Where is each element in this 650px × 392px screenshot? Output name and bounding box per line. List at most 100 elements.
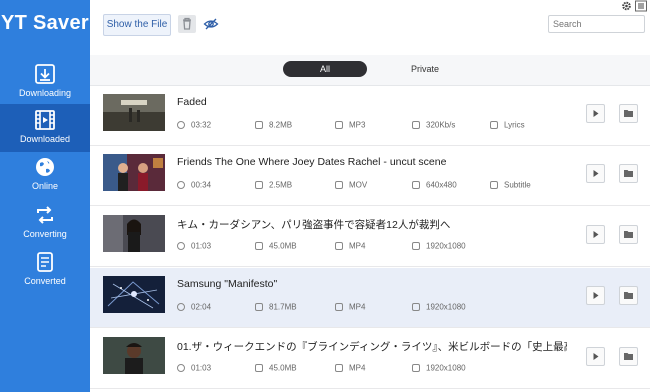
sidebar: YT Saver Downloading Downloaded Online C… (0, 0, 90, 392)
play-button[interactable] (586, 104, 605, 123)
image-icon (412, 363, 420, 372)
play-icon (593, 170, 599, 177)
file-format: MP4 (335, 363, 365, 372)
play-button[interactable] (586, 164, 605, 183)
file-icon (335, 120, 343, 129)
duration: 03:32 (177, 120, 211, 129)
quality: 640x480 (412, 180, 457, 189)
clock-icon (177, 363, 185, 372)
sidebar-item-downloaded[interactable]: Downloaded (0, 104, 90, 152)
sidebar-item-label: Downloaded (19, 134, 71, 144)
clock-icon (177, 302, 185, 311)
toolbar: Show the File (90, 0, 650, 56)
open-folder-button[interactable] (619, 164, 638, 183)
extra-info: Lyrics (490, 120, 525, 129)
clock-icon (177, 241, 185, 250)
private-mode-button[interactable] (202, 15, 220, 33)
storage-icon (255, 241, 263, 250)
app-title: YT Saver (0, 12, 89, 34)
image-icon (412, 302, 420, 311)
open-folder-button[interactable] (619, 225, 638, 244)
clock-icon (177, 120, 185, 129)
trash-icon (183, 17, 191, 30)
list-item[interactable]: 01.ザ・ウィークエンドの『ブラインディング・ライツ』、米ビルボードの「史上最高… (90, 329, 650, 389)
play-icon (593, 292, 599, 299)
document-icon (37, 252, 53, 272)
list-item[interactable]: Samsung "Manifesto" 02:04 81.7MB MP4 192… (90, 268, 650, 328)
sidebar-item-converting[interactable]: Converting (0, 199, 90, 247)
search-input[interactable] (548, 15, 645, 33)
show-file-button[interactable]: Show the File (103, 14, 171, 36)
folder-icon (624, 110, 633, 117)
storage-icon (255, 180, 263, 189)
text-icon (490, 180, 498, 189)
sidebar-item-label: Online (31, 181, 58, 191)
list-item[interactable]: Faded 03:32 8.2MB MP3 320Kb/s Lyrics (90, 86, 650, 146)
tab-all[interactable]: All (283, 61, 367, 77)
list-item[interactable]: Friends The One Where Joey Dates Rachel … (90, 146, 650, 206)
tab-private[interactable]: Private (390, 61, 460, 77)
downloaded-list: Faded 03:32 8.2MB MP3 320Kb/s Lyrics Fri… (90, 86, 650, 392)
play-button[interactable] (586, 225, 605, 244)
sidebar-item-label: Converted (24, 276, 66, 286)
sidebar-item-label: Converting (23, 229, 67, 239)
item-title: キム・カーダシアン、パリ強盗事件で容疑者12人が裁判へ (177, 219, 451, 231)
item-title: 01.ザ・ウィークエンドの『ブラインディング・ライツ』、米ビルボードの「史上最高… (177, 341, 567, 353)
file-format: MP3 (335, 120, 365, 129)
quality: 1920x1080 (412, 302, 466, 311)
file-size: 45.0MB (255, 363, 297, 372)
duration: 00:34 (177, 180, 211, 189)
quality: 320Kb/s (412, 120, 455, 129)
video-thumbnail (103, 94, 165, 131)
folder-icon (624, 170, 633, 177)
file-icon (335, 180, 343, 189)
video-thumbnail (103, 154, 165, 191)
video-thumbnail (103, 276, 165, 313)
file-icon (335, 241, 343, 250)
storage-icon (255, 302, 263, 311)
play-button[interactable] (586, 347, 605, 366)
file-icon (335, 302, 343, 311)
sidebar-item-converted[interactable]: Converted (0, 246, 90, 294)
file-format: MOV (335, 180, 367, 189)
open-folder-button[interactable] (619, 104, 638, 123)
file-icon (335, 363, 343, 372)
file-format: MP4 (335, 302, 365, 311)
folder-icon (624, 231, 633, 238)
tab-bar: All Private (90, 55, 650, 86)
duration: 02:04 (177, 302, 211, 311)
sidebar-item-downloading[interactable]: Downloading (0, 58, 90, 106)
list-item[interactable]: キム・カーダシアン、パリ強盗事件で容疑者12人が裁判へ 01:03 45.0MB… (90, 207, 650, 267)
film-icon (35, 110, 55, 130)
item-title: Samsung "Manifesto" (177, 278, 278, 290)
play-icon (593, 353, 599, 360)
open-folder-button[interactable] (619, 347, 638, 366)
folder-icon (624, 353, 633, 360)
folder-icon (624, 292, 633, 299)
file-size: 81.7MB (255, 302, 297, 311)
extra-info: Subtitle (490, 180, 531, 189)
quality: 1920x1080 (412, 241, 466, 250)
play-icon (593, 110, 599, 117)
file-size: 8.2MB (255, 120, 292, 129)
quality: 1920x1080 (412, 363, 466, 372)
item-title: Faded (177, 96, 207, 108)
image-icon (412, 120, 420, 129)
duration: 01:03 (177, 241, 211, 250)
settings-gear-icon[interactable] (621, 0, 632, 12)
clock-icon (177, 180, 185, 189)
delete-button[interactable] (178, 15, 196, 33)
video-thumbnail (103, 215, 165, 252)
download-icon (35, 64, 55, 84)
sidebar-item-online[interactable]: Online (0, 151, 90, 199)
duration: 01:03 (177, 363, 211, 372)
file-size: 45.0MB (255, 241, 297, 250)
open-folder-button[interactable] (619, 286, 638, 305)
play-button[interactable] (586, 286, 605, 305)
globe-icon (36, 158, 54, 176)
storage-icon (255, 120, 263, 129)
file-size: 2.5MB (255, 180, 292, 189)
play-icon (593, 231, 599, 238)
menu-icon[interactable] (635, 0, 647, 12)
convert-icon (37, 206, 53, 224)
